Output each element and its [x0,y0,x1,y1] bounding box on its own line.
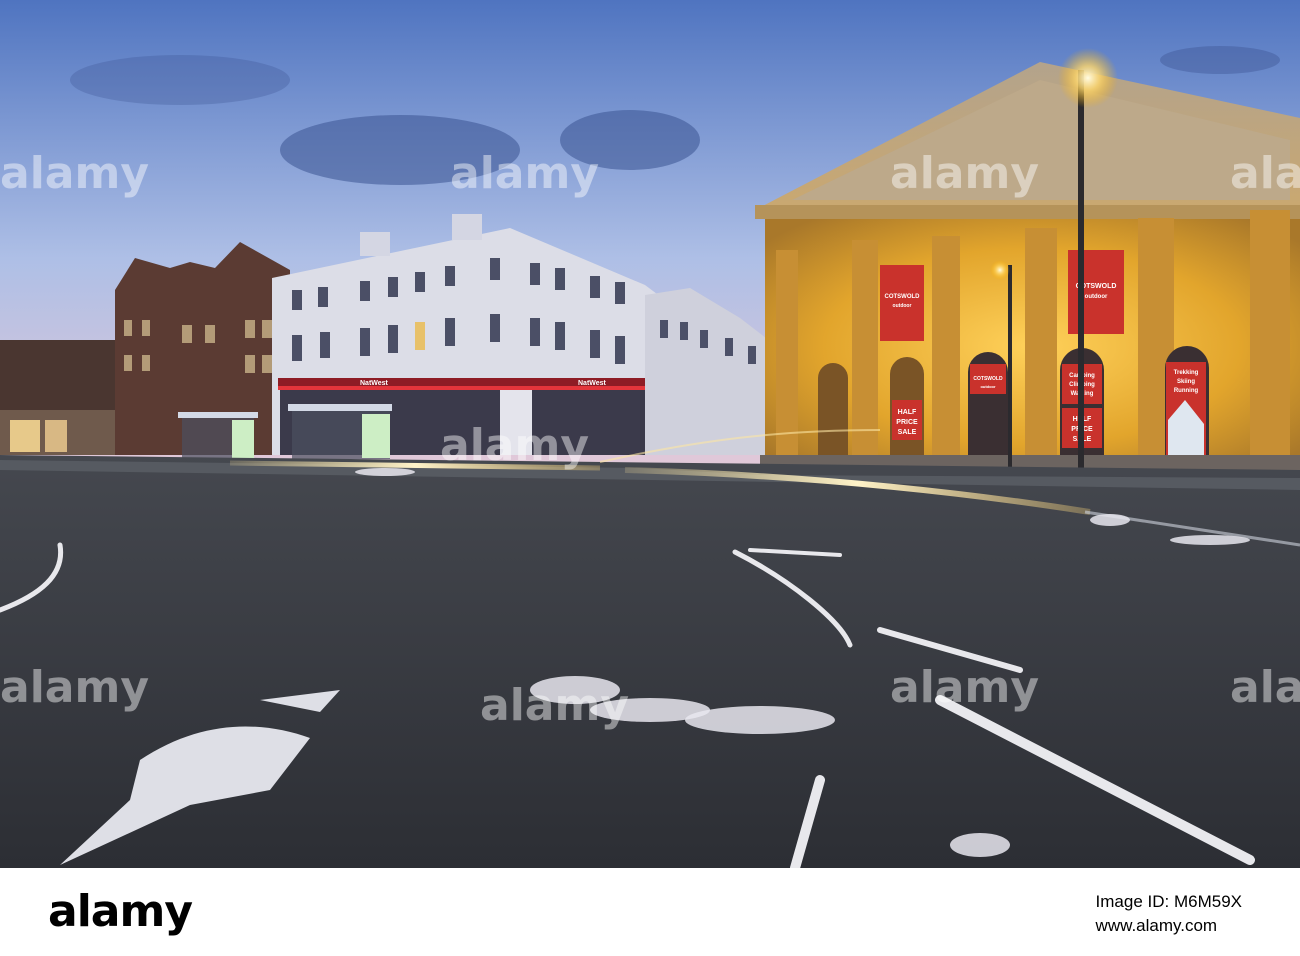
footer-meta: Image ID: M6M59X www.alamy.com [1096,890,1242,938]
watermark-2: alamy [450,148,599,199]
bank-sign-right: NatWest [578,380,607,387]
banner-right [1068,250,1124,334]
watermark-3: alamy [890,148,1039,199]
site-url: www.alamy.com [1095,916,1218,935]
watermark-1: alamy [0,148,149,199]
banner-left-brand: COTSWOLD [885,294,921,300]
street-photo: NatWest NatWest COTSWOLD outdoor COTSWOL… [0,0,1300,868]
sale-left-1: HALF [898,409,917,416]
watermark-5: alamy [890,662,1039,713]
banner-right-sub: outdoor [1085,294,1108,300]
photo-stage: NatWest NatWest COTSWOLD outdoor COTSWOL… [0,0,1300,956]
watermark-9: alamy [480,680,629,731]
activities-right-1: Trekking [1174,370,1199,376]
sale-left-3: SALE [898,429,917,436]
activities-right-2: Skiing [1177,379,1195,385]
arch-sign-sub: outdoor [980,384,996,389]
bank-sign-left: NatWest [360,380,389,387]
banner-left-sub: outdoor [893,303,912,309]
image-id: Image ID: M6M59X [1095,892,1242,911]
watermark-8: alamy [440,420,589,471]
watermark-7: alamy [1230,662,1300,713]
watermark-6: alamy [1230,148,1300,199]
activities-right-3: Running [1174,388,1199,394]
footer-logo: alamy [48,886,193,937]
arch-sign-brand: COTSWOLD [973,376,1003,382]
sale-left-2: PRICE [896,419,918,426]
watermark-4: alamy [0,662,149,713]
footer-bar: alamy Image ID: M6M59X www.alamy.com [0,868,1300,956]
